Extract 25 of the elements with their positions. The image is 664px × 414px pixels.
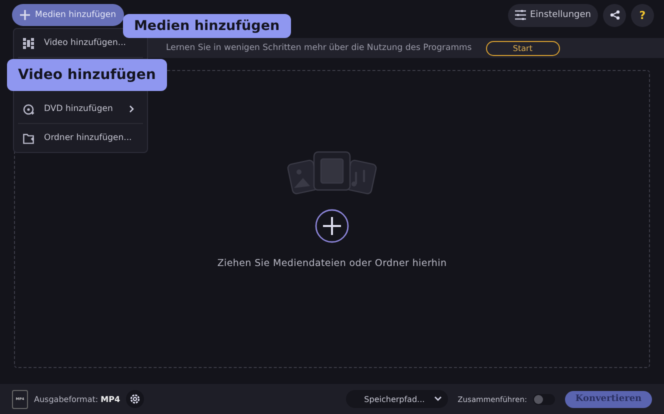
add-media-button[interactable]: Medien hinzufügen — [12, 4, 124, 26]
menu-item[interactable]: Ordner hinzufügen... — [18, 124, 143, 152]
plus-circle-icon — [314, 208, 350, 244]
start-button[interactable]: Start — [486, 40, 560, 56]
merge-toggle[interactable] — [533, 394, 555, 404]
help-button[interactable]: ? — [631, 4, 654, 26]
sliders-icon — [514, 10, 526, 20]
share-button[interactable] — [603, 4, 626, 26]
settings-button[interactable]: Einstellungen — [508, 4, 598, 26]
chevron-right-icon — [128, 105, 135, 113]
share-icon — [610, 10, 620, 20]
plus-icon — [20, 10, 30, 20]
gear-icon — [129, 393, 142, 405]
folder-icon — [23, 132, 34, 144]
save-path-dropdown[interactable]: Speicherpfad... — [346, 390, 448, 408]
chevron-down-icon — [434, 396, 442, 402]
film-grid-icon — [23, 38, 34, 48]
hint-text: Lernen Sie in wenigen Schritten mehr über die Nutzung des Programms — [166, 43, 472, 53]
tooltip: Video hinzufügen — [7, 59, 167, 91]
drop-text: Ziehen Sie Mediendateien oder Ordner hierhin — [217, 258, 447, 268]
tooltip: Medien hinzufügen — [123, 14, 291, 38]
format-settings-button[interactable] — [126, 390, 144, 408]
disc-icon — [23, 104, 34, 114]
output-format-label: Ausgabeformat: MP4 — [34, 394, 120, 404]
menu-item[interactable]: DVD hinzufügen — [18, 95, 143, 124]
